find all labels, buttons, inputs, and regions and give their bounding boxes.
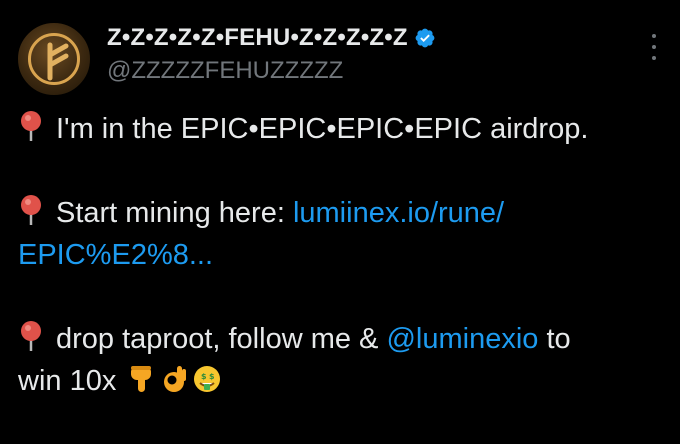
paragraph-2-text: Start mining here: bbox=[56, 197, 293, 229]
more-options-icon[interactable] bbox=[650, 34, 658, 60]
tweet-paragraph-1: I'm in the EPIC•EPIC•EPIC•EPIC airdrop. bbox=[18, 108, 668, 150]
paragraph-3-text-a: drop taproot, follow me & bbox=[56, 323, 387, 355]
paragraph-3-text-c: win 10x bbox=[18, 365, 117, 397]
pushpin-icon bbox=[21, 321, 41, 351]
verified-badge-icon[interactable] bbox=[414, 27, 436, 49]
fehu-rune-icon bbox=[47, 42, 69, 81]
tweet-card: Z•Z•Z•Z•Z•FEHU•Z•Z•Z•Z•Z @ZZZZZFEHUZZZZZ… bbox=[0, 0, 680, 423]
author-name-row: Z•Z•Z•Z•Z•FEHU•Z•Z•Z•Z•Z bbox=[107, 24, 436, 52]
money-mouth-face-icon: $ $ bbox=[194, 366, 221, 392]
display-name[interactable]: Z•Z•Z•Z•Z•FEHU•Z•Z•Z•Z•Z bbox=[107, 24, 408, 52]
more-dot bbox=[652, 56, 656, 60]
ok-hand-icon bbox=[164, 366, 187, 392]
mining-link[interactable]: lumiinex.io/rune/ bbox=[293, 197, 504, 229]
author-handle[interactable]: @ZZZZZFEHUZZZZZ bbox=[107, 57, 343, 85]
more-dot bbox=[652, 34, 656, 38]
paragraph-3-text-b: to bbox=[538, 323, 571, 355]
tweet-paragraph-3: drop taproot, follow me & @luminexio to w… bbox=[18, 318, 668, 402]
svg-text:$: $ bbox=[209, 372, 215, 381]
pushpin-icon bbox=[21, 111, 41, 141]
pointing-down-icon bbox=[131, 366, 152, 392]
avatar[interactable] bbox=[16, 21, 92, 97]
svg-text:$: $ bbox=[201, 372, 207, 381]
luminexio-mention[interactable]: @luminexio bbox=[386, 323, 538, 355]
tweet-paragraph-2: Start mining here: lumiinex.io/rune/EPIC… bbox=[18, 192, 668, 276]
more-dot bbox=[652, 45, 656, 49]
mining-link-continued[interactable]: EPIC%E2%8... bbox=[18, 239, 213, 271]
tweet-text: I'm in the EPIC•EPIC•EPIC•EPIC airdrop. … bbox=[18, 108, 668, 444]
pushpin-icon bbox=[21, 195, 41, 225]
paragraph-1-text: I'm in the EPIC•EPIC•EPIC•EPIC airdrop. bbox=[56, 113, 589, 145]
